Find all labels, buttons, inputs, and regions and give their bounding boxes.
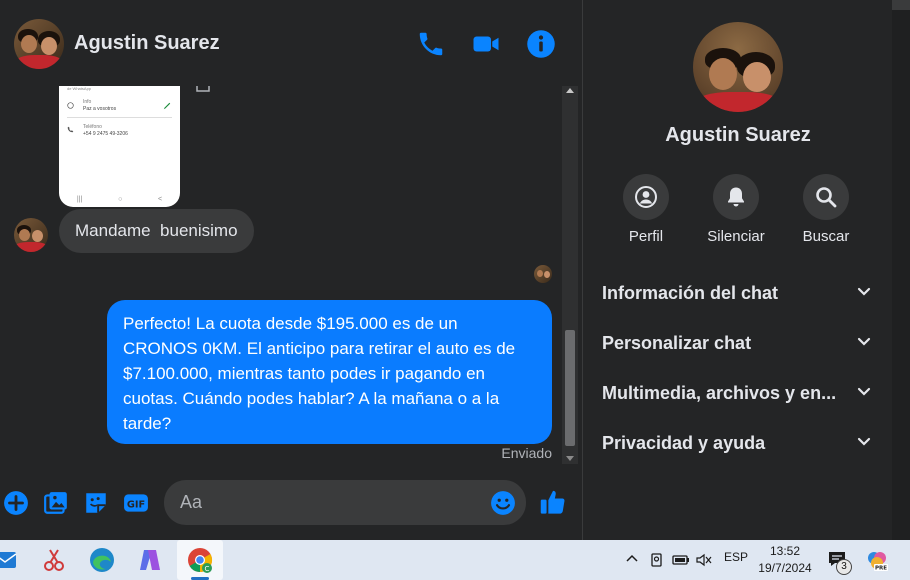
section-chat-info[interactable]: Información del chat xyxy=(583,271,893,315)
clock-date: 19/7/2024 xyxy=(758,561,812,575)
preview-line: Paz a vosotros xyxy=(83,106,117,112)
preview-line: +54 9 2475 49-3206 xyxy=(83,131,128,137)
section-title: Personalizar chat xyxy=(602,333,752,353)
speaker-muted-icon[interactable] xyxy=(696,553,712,567)
svg-text:GIF: GIF xyxy=(127,500,145,511)
snipping-tool-icon[interactable] xyxy=(40,546,68,574)
section-media-files[interactable]: Multimedia, archivos y en... xyxy=(583,371,893,415)
received-message[interactable]: Mandame buenisimo xyxy=(59,209,254,253)
gif-icon[interactable]: GIF xyxy=(123,490,149,516)
edit-small-icon xyxy=(163,102,171,110)
shared-screenshot[interactable]: de WhatsApp Info Paz a vosotros Teléfono… xyxy=(59,86,180,207)
chevron-down-icon xyxy=(857,337,871,346)
profile-icon xyxy=(635,186,657,208)
section-privacy-help[interactable]: Privacidad y ayuda xyxy=(583,421,893,465)
section-title: Privacidad y ayuda xyxy=(602,433,766,453)
svg-text:C: C xyxy=(205,565,210,573)
info-icon[interactable] xyxy=(526,29,556,59)
section-title: Multimedia, archivos y en... xyxy=(602,383,837,403)
emoji-icon[interactable] xyxy=(490,490,516,516)
sent-message[interactable]: Perfecto! La cuota desde $195.000 es de … xyxy=(107,300,552,444)
mute-action[interactable]: Silenciar xyxy=(701,174,771,245)
copilot-pre-icon[interactable]: PRE xyxy=(866,550,888,572)
scroll-up-arrow-icon[interactable] xyxy=(566,88,574,93)
chevron-up-icon[interactable] xyxy=(626,553,638,563)
system-clock[interactable]: 13:52 19/7/2024 xyxy=(752,543,818,577)
phone-small-icon xyxy=(67,126,74,133)
scroll-down-arrow-icon[interactable] xyxy=(566,456,574,461)
battery-icon[interactable] xyxy=(672,553,690,567)
section-title: Información del chat xyxy=(602,283,779,303)
profile-action[interactable]: Perfil xyxy=(611,174,681,245)
chevron-down-icon xyxy=(857,387,871,396)
contact-avatar-small[interactable] xyxy=(14,218,48,252)
details-avatar[interactable] xyxy=(693,22,783,112)
bell-icon xyxy=(728,187,744,207)
search-action[interactable]: Buscar xyxy=(791,174,861,245)
message-scrollbar[interactable] xyxy=(562,86,578,464)
contact-name[interactable]: Agustin Suarez xyxy=(74,32,220,55)
chrome-browser-icon[interactable]: C xyxy=(186,546,214,574)
message-input-box[interactable] xyxy=(164,480,526,525)
sticker-icon[interactable] xyxy=(83,490,109,516)
message-list[interactable]: de WhatsApp Info Paz a vosotros Teléfono… xyxy=(0,86,562,470)
gallery-icon[interactable] xyxy=(43,490,69,516)
mute-action-label: Silenciar xyxy=(707,228,765,245)
search-icon xyxy=(816,187,837,208)
mail-app-icon[interactable] xyxy=(0,546,20,574)
profile-action-label: Perfil xyxy=(628,228,664,245)
like-icon[interactable] xyxy=(539,488,567,516)
preview-line: Info xyxy=(83,99,92,105)
svg-text:PRE: PRE xyxy=(875,566,887,572)
details-contact-name: Agustin Suarez xyxy=(665,124,811,146)
camera-tray-icon[interactable] xyxy=(650,552,664,568)
preview-line: Teléfono xyxy=(83,124,102,130)
message-status: Enviado xyxy=(501,445,552,461)
chat-details-pane: Agustin Suarez Perfil Silenciar Buscar I… xyxy=(582,0,892,540)
chevron-down-icon xyxy=(857,437,871,446)
window-edge-scrollbar[interactable] xyxy=(892,0,910,540)
phone-icon[interactable] xyxy=(416,29,446,59)
info-small-icon xyxy=(67,102,74,109)
seen-indicator-avatar xyxy=(534,265,552,283)
message-composer: GIF xyxy=(0,478,582,528)
search-action-label: Buscar xyxy=(802,228,850,245)
notification-count-badge: 3 xyxy=(836,559,852,575)
scrollbar-thumb[interactable] xyxy=(565,330,575,446)
save-media-icon[interactable] xyxy=(196,86,210,92)
chat-pane: Agustin Suarez de WhatsApp Info Paz a vo… xyxy=(0,0,582,540)
taskbar: C ESP 13:52 19/7/2024 3 PRE xyxy=(0,540,910,580)
section-customize-chat[interactable]: Personalizar chat xyxy=(583,321,893,365)
edge-browser-icon[interactable] xyxy=(88,546,116,574)
contact-avatar[interactable] xyxy=(14,19,64,69)
plus-icon[interactable] xyxy=(3,490,29,516)
message-input[interactable] xyxy=(180,480,480,525)
chevron-down-icon xyxy=(857,287,871,296)
video-icon[interactable] xyxy=(471,29,501,59)
copilot-app-icon[interactable] xyxy=(136,546,164,574)
language-indicator[interactable]: ESP xyxy=(724,550,748,564)
chat-header: Agustin Suarez xyxy=(0,0,582,86)
phone-nav-bar: ||| ○ < xyxy=(76,196,163,203)
clock-time: 13:52 xyxy=(769,544,801,558)
